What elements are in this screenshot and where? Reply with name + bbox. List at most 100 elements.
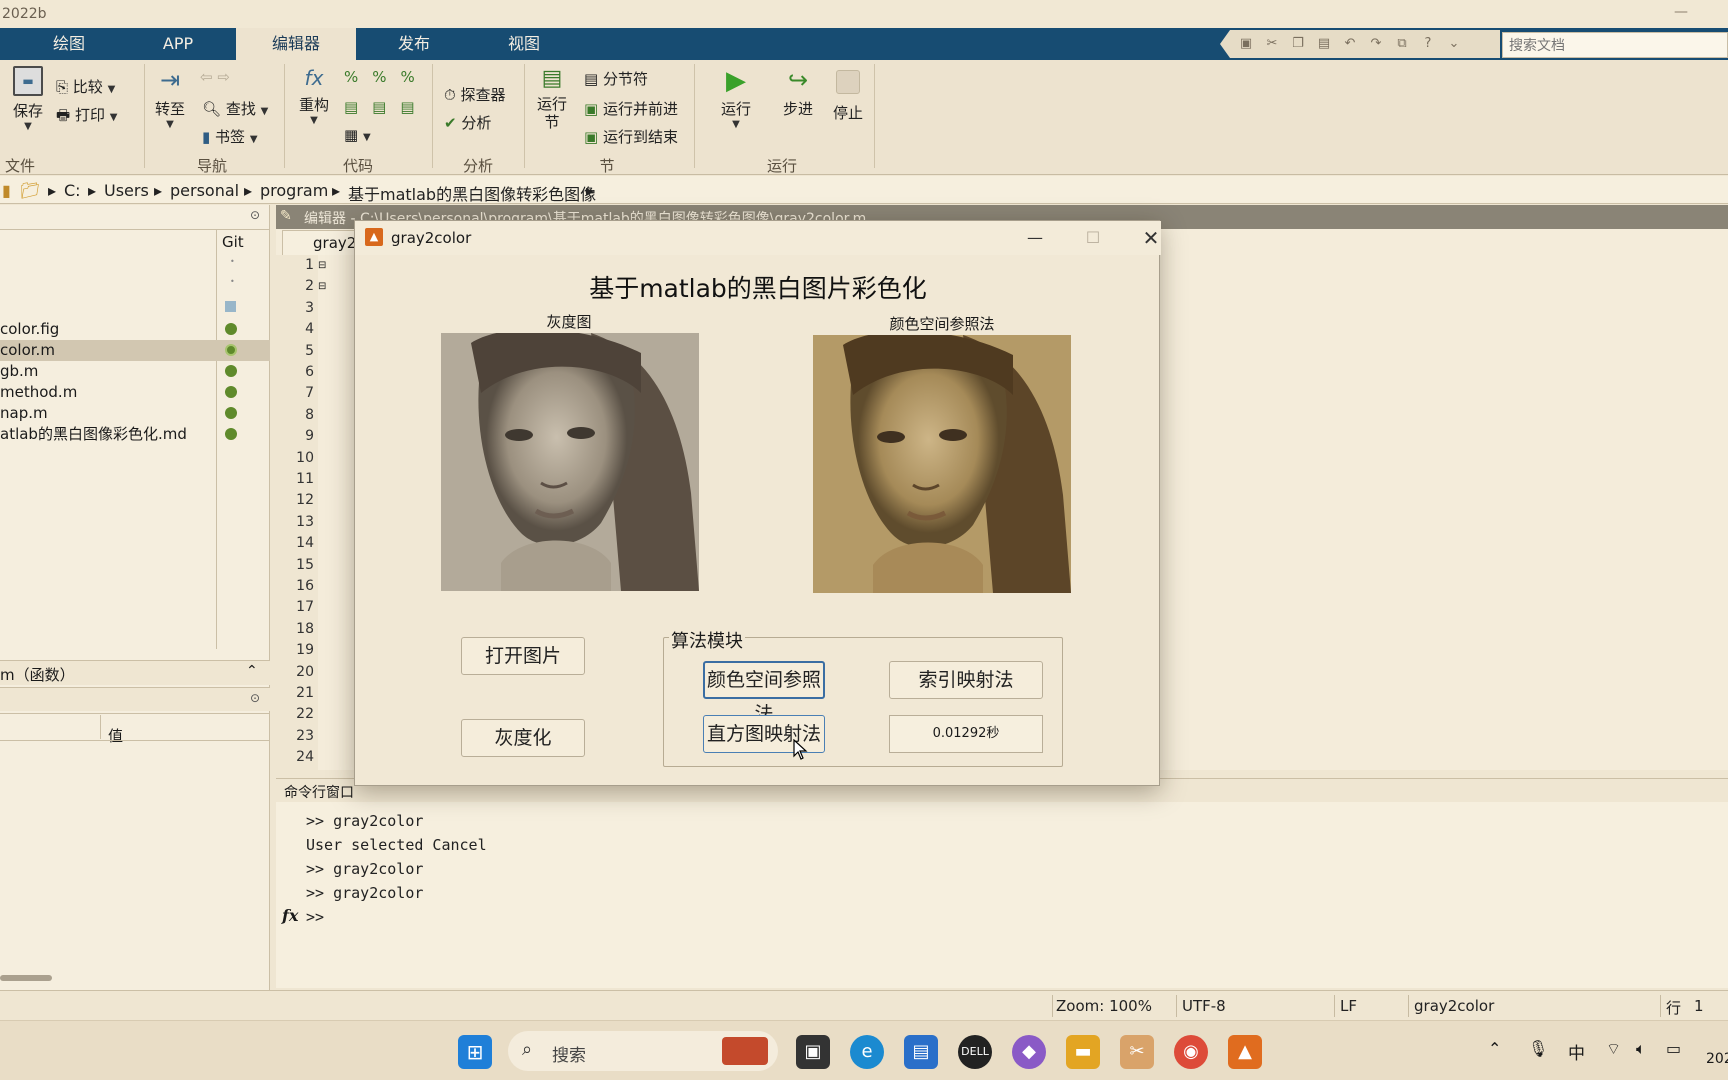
line-number: 20 xyxy=(296,663,314,680)
file-row[interactable]: color.fig xyxy=(0,319,270,340)
color-space-button[interactable]: 颜色空间参照法 xyxy=(703,661,825,725)
horizontal-scrollbar[interactable] xyxy=(0,975,52,981)
path-segment[interactable]: C: xyxy=(64,181,81,200)
panel-menu-icon[interactable]: ⊙ xyxy=(250,208,260,222)
volume-icon[interactable]: 🔈︎ xyxy=(1636,1039,1646,1059)
chrome-icon[interactable]: ◉ xyxy=(1174,1035,1208,1069)
fx-icon[interactable]: fx xyxy=(282,906,298,925)
save-icon[interactable]: ▣ xyxy=(1238,36,1254,52)
cut-icon[interactable]: ✂ xyxy=(1264,36,1280,52)
panel-menu-icon[interactable]: ⊙ xyxy=(250,691,260,705)
run-button[interactable]: ▶ 运行 ▼ xyxy=(712,66,760,130)
dropdown-icon[interactable]: ⌄ xyxy=(1446,36,1462,52)
compare-button[interactable]: ⎘ 比较 ▼ xyxy=(56,76,115,97)
dialog-title-bar[interactable]: ▲ gray2color — ☐ ✕ xyxy=(355,221,1161,255)
fold-icon[interactable]: ⊟ xyxy=(318,260,326,271)
section-break-button[interactable]: ▤ 分节符 xyxy=(584,68,648,89)
fold-icon[interactable]: ⊟ xyxy=(318,281,326,292)
zoom-status[interactable]: Zoom: 100% xyxy=(1056,997,1152,1015)
run-section-label-2: 节 xyxy=(544,113,560,131)
bookmark-button[interactable]: ▮ 书签 ▼ xyxy=(202,126,258,147)
print-button[interactable]: 🖶 打印 ▼ xyxy=(56,104,117,130)
profiler-button[interactable]: ⏱ 探查器 xyxy=(444,84,506,105)
refactor-button[interactable]: fx 重构 ▼ xyxy=(292,66,336,126)
cmd-prompt[interactable]: >> xyxy=(306,908,324,926)
stop-button[interactable]: 停止 xyxy=(826,66,870,123)
git-column-header[interactable]: Git xyxy=(222,233,244,251)
run-advance-button[interactable]: ▣ 运行并前进 xyxy=(584,98,678,119)
code-tools-dropdown[interactable]: ▦ ▼ xyxy=(344,126,371,144)
undo-icon[interactable]: ↶ xyxy=(1342,36,1358,52)
comment-tools[interactable]: %%% xyxy=(344,68,429,86)
run-label: 运行 xyxy=(720,100,751,118)
taskbar-search[interactable]: ⌕ 搜索 xyxy=(508,1031,778,1071)
minimize-icon[interactable]: — xyxy=(1674,4,1688,20)
path-segment[interactable]: Users xyxy=(104,181,149,200)
indent-tools[interactable]: ▤▤▤ xyxy=(344,98,429,116)
search-docs-input[interactable] xyxy=(1502,32,1728,58)
eol-status[interactable]: LF xyxy=(1340,997,1357,1015)
tab-view[interactable]: 视图 xyxy=(474,28,574,60)
close-icon[interactable]: ✕ xyxy=(1131,225,1171,251)
task-view-icon[interactable]: ▣ xyxy=(796,1035,830,1069)
taskbar: ⊞ ⌕ 搜索 ▣ e ▤ DELL ◆ ▬ ✂ ◉ ▲ ⌃ 🎙︎ 中 ⌔ 🔈︎ … xyxy=(0,1020,1728,1080)
step-button[interactable]: ↪ 步进 xyxy=(776,66,820,119)
minimize-icon[interactable]: — xyxy=(1015,225,1055,251)
algorithm-group-label: 算法模块 xyxy=(669,627,745,653)
editor-file-tab[interactable]: gray2 xyxy=(282,230,362,255)
tab-editor[interactable]: 编辑器 xyxy=(236,28,356,60)
path-segment[interactable]: program xyxy=(260,181,328,200)
windows-start-icon[interactable]: ⊞ xyxy=(458,1035,492,1069)
back-forward-icons[interactable]: ⇦ ⇨ xyxy=(200,68,230,86)
save-button[interactable]: ▬ 保存 ▼ xyxy=(8,66,48,132)
clock-text[interactable]: 202 xyxy=(1706,1051,1728,1067)
help-icon[interactable]: ? xyxy=(1420,36,1436,52)
workspace-value-header[interactable]: 值 xyxy=(108,725,123,746)
encoding-status[interactable]: UTF-8 xyxy=(1182,997,1226,1015)
dell-icon[interactable]: DELL xyxy=(958,1035,992,1069)
store-icon[interactable]: ▤ xyxy=(904,1035,938,1069)
run-section-button[interactable]: ▤ 运行节 xyxy=(532,66,572,131)
folder-icon[interactable]: 📁︎ xyxy=(20,181,40,200)
file-row[interactable]: color.m xyxy=(0,340,270,361)
matlab-icon[interactable]: ▲ xyxy=(1228,1035,1262,1069)
tab-publish[interactable]: 发布 xyxy=(364,28,464,60)
file-explorer-icon[interactable]: ▬ xyxy=(1066,1035,1100,1069)
tray-expand-icon[interactable]: ⌃ xyxy=(1488,1039,1501,1058)
git-clean-icon xyxy=(225,323,237,335)
tab-plots[interactable]: 绘图 xyxy=(20,28,118,60)
file-row[interactable]: atlab的黑白图像彩色化.md xyxy=(0,424,270,445)
wifi-icon[interactable]: ⌔ xyxy=(1606,1039,1621,1059)
microphone-icon[interactable]: 🎙︎ xyxy=(1528,1039,1548,1058)
index-mapping-button[interactable]: 索引映射法 xyxy=(889,661,1043,699)
file-row[interactable]: gb.m xyxy=(0,361,270,382)
switch-window-icon[interactable]: ⧉ xyxy=(1394,36,1410,52)
find-button[interactable]: 🔍︎ 查找 ▼ xyxy=(202,98,268,119)
paste-icon[interactable]: ▤ xyxy=(1316,36,1332,52)
line-number: 13 xyxy=(296,513,314,530)
tab-apps[interactable]: APP xyxy=(128,28,228,60)
ime-indicator[interactable]: 中 xyxy=(1568,1039,1585,1064)
open-image-button[interactable]: 打开图片 xyxy=(461,637,585,675)
redo-icon[interactable]: ↷ xyxy=(1368,36,1384,52)
command-window[interactable]: >> gray2color User selected Cancel >> gr… xyxy=(276,802,1728,988)
maximize-icon[interactable]: ☐ xyxy=(1073,225,1113,251)
snipping-tool-icon[interactable]: ✂ xyxy=(1120,1035,1154,1069)
goto-button[interactable]: ⇥ 转至 ▼ xyxy=(150,66,190,130)
path-segment[interactable]: personal xyxy=(170,181,239,200)
details-header[interactable]: m（函数） ⌃ xyxy=(0,661,270,685)
chevron-up-icon[interactable]: ⌃ xyxy=(246,663,258,679)
battery-icon[interactable]: ▭ xyxy=(1666,1039,1681,1058)
file-row[interactable]: method.m xyxy=(0,382,270,403)
grayscale-button[interactable]: 灰度化 xyxy=(461,719,585,757)
line-number: 5 xyxy=(305,342,314,359)
analyze-button[interactable]: ✔ 分析 xyxy=(444,112,491,133)
copy-icon[interactable]: ❐ xyxy=(1290,36,1306,52)
run-to-end-button[interactable]: ▣ 运行到结束 xyxy=(584,126,678,147)
path-segment[interactable]: 基于matlab的黑白图像转彩色图像 xyxy=(348,181,596,205)
run-advance-label: 运行并前进 xyxy=(602,100,678,118)
address-bar[interactable]: ▮ 📁︎ ▸ C: ▸ Users ▸ personal ▸ program ▸… xyxy=(0,176,1728,204)
edge-browser-icon[interactable]: e xyxy=(850,1035,884,1069)
copilot-icon[interactable]: ◆ xyxy=(1012,1035,1046,1069)
file-row[interactable]: nap.m xyxy=(0,403,270,424)
